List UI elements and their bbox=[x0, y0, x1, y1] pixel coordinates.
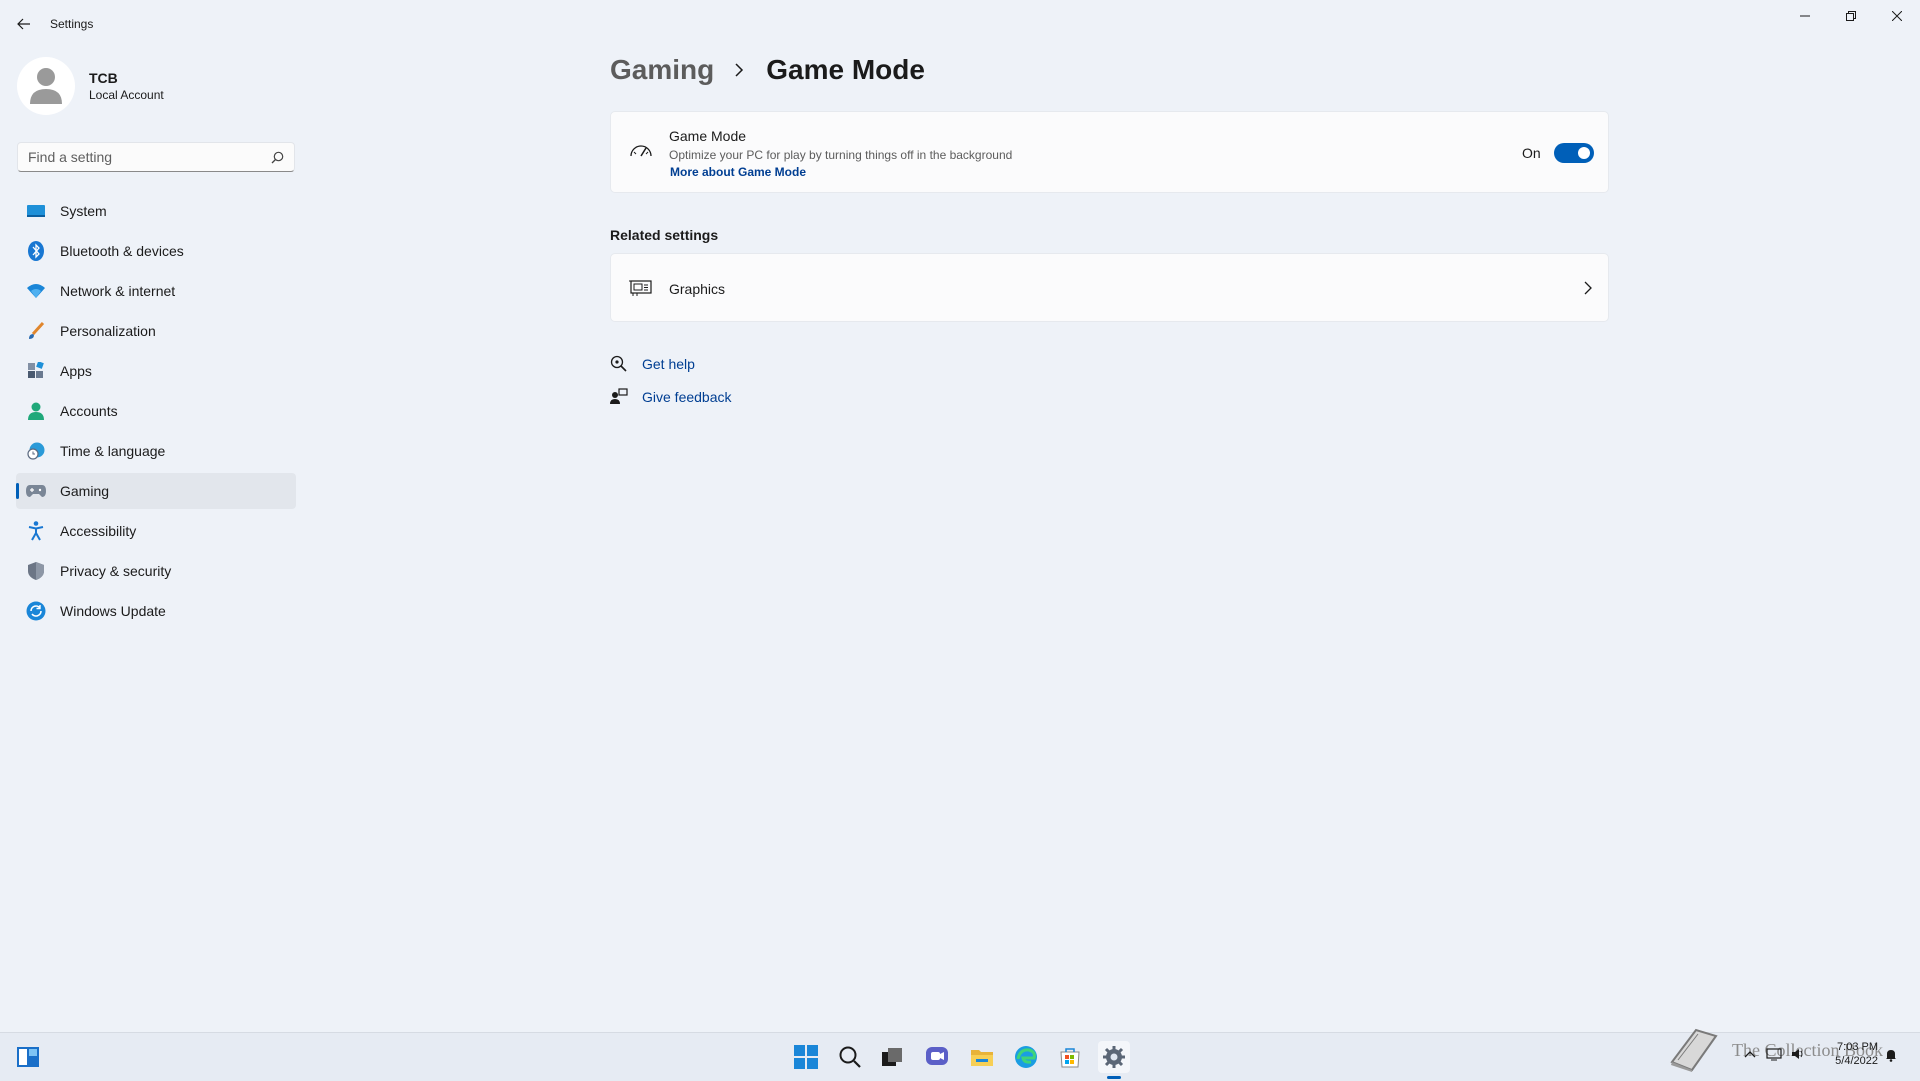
profile-name: TCB bbox=[89, 70, 118, 86]
monitor-icon bbox=[26, 201, 46, 221]
minimize-button[interactable] bbox=[1782, 0, 1828, 32]
get-help-label: Get help bbox=[642, 356, 695, 372]
close-button[interactable] bbox=[1874, 0, 1920, 32]
graphics-settings-item[interactable]: Graphics bbox=[610, 253, 1609, 322]
back-arrow-icon bbox=[17, 18, 30, 30]
feedback-icon bbox=[610, 388, 628, 404]
sidebar-item-label: Accounts bbox=[60, 403, 118, 419]
user-avatar-icon bbox=[30, 68, 62, 104]
sidebar-item-apps[interactable]: Apps bbox=[16, 353, 296, 389]
close-icon bbox=[1892, 11, 1902, 21]
related-settings-heading: Related settings bbox=[610, 227, 719, 243]
clock-time: 7:03 PM bbox=[1837, 1041, 1878, 1053]
search-icon[interactable] bbox=[834, 1041, 866, 1073]
give-feedback-label: Give feedback bbox=[642, 389, 732, 405]
search-box bbox=[17, 142, 295, 172]
volume-icon[interactable] bbox=[1790, 1046, 1806, 1062]
minimize-icon bbox=[1800, 15, 1810, 17]
clock-date: 5/4/2022 bbox=[1835, 1055, 1878, 1067]
widgets-icon[interactable] bbox=[12, 1041, 44, 1073]
sidebar-item-bluetooth[interactable]: Bluetooth & devices bbox=[16, 233, 296, 269]
taskbar bbox=[0, 1032, 1920, 1081]
game-mode-card: Game Mode Optimize your PC for play by t… bbox=[610, 111, 1609, 193]
give-feedback-link[interactable]: Give feedback bbox=[610, 388, 732, 406]
sidebar-nav: System Bluetooth & devices Network & int… bbox=[16, 193, 296, 633]
sidebar-item-accessibility[interactable]: Accessibility bbox=[16, 513, 296, 549]
chat-icon[interactable] bbox=[921, 1041, 953, 1073]
sidebar-item-label: Windows Update bbox=[60, 603, 166, 619]
clock[interactable]: 7:03 PM 5/4/2022 bbox=[1826, 1040, 1878, 1068]
globe-clock-icon bbox=[26, 441, 46, 461]
breadcrumb: Gaming Game Mode bbox=[610, 54, 925, 86]
sidebar-item-label: Gaming bbox=[60, 483, 110, 499]
more-about-game-mode-link[interactable]: More about Game Mode bbox=[670, 165, 806, 179]
game-mode-title: Game Mode bbox=[669, 128, 747, 144]
toggle-knob bbox=[1578, 147, 1590, 159]
sidebar-item-label: Apps bbox=[60, 363, 92, 379]
game-mode-description: Optimize your PC for play by turning thi… bbox=[669, 148, 1013, 162]
get-help-link[interactable]: Get help bbox=[610, 355, 695, 373]
search-icon[interactable] bbox=[271, 151, 284, 164]
sidebar-item-label: Bluetooth & devices bbox=[60, 243, 184, 259]
sidebar-item-label: System bbox=[60, 203, 107, 219]
avatar bbox=[17, 57, 75, 115]
game-mode-toggle[interactable] bbox=[1554, 143, 1594, 163]
sidebar-item-system[interactable]: System bbox=[16, 193, 296, 229]
sidebar-item-time-language[interactable]: Time & language bbox=[16, 433, 296, 469]
apps-icon bbox=[26, 361, 46, 381]
shield-icon bbox=[26, 561, 46, 581]
sidebar-item-gaming[interactable]: Gaming bbox=[16, 473, 296, 509]
chevron-right-icon bbox=[1584, 281, 1592, 295]
breadcrumb-parent[interactable]: Gaming bbox=[610, 54, 714, 86]
sidebar-item-personalization[interactable]: Personalization bbox=[16, 313, 296, 349]
active-app-indicator bbox=[1107, 1076, 1121, 1079]
back-button[interactable] bbox=[10, 10, 38, 38]
update-icon bbox=[26, 601, 46, 621]
chevron-right-icon bbox=[734, 62, 746, 78]
toggle-state-label: On bbox=[1522, 145, 1541, 161]
sidebar-item-windows-update[interactable]: Windows Update bbox=[16, 593, 296, 629]
book-icon bbox=[1670, 1028, 1718, 1072]
bluetooth-icon bbox=[26, 241, 46, 261]
system-tray bbox=[1742, 1046, 1806, 1062]
help-search-icon bbox=[610, 355, 627, 372]
file-explorer-icon[interactable] bbox=[966, 1041, 998, 1073]
sidebar-item-network[interactable]: Network & internet bbox=[16, 273, 296, 309]
sidebar-item-label: Personalization bbox=[60, 323, 156, 339]
edge-icon[interactable] bbox=[1010, 1041, 1042, 1073]
sidebar-item-label: Time & language bbox=[60, 443, 166, 459]
restore-icon bbox=[1846, 11, 1856, 21]
sidebar-item-label: Network & internet bbox=[60, 283, 176, 299]
wifi-icon bbox=[26, 281, 46, 301]
profile-account-type: Local Account bbox=[89, 88, 164, 102]
graphics-label: Graphics bbox=[669, 281, 726, 297]
game-mode-icon bbox=[630, 145, 652, 157]
monitor-icon[interactable] bbox=[1766, 1046, 1782, 1062]
accessibility-icon bbox=[26, 521, 46, 541]
restore-button[interactable] bbox=[1828, 0, 1874, 32]
store-icon[interactable] bbox=[1054, 1041, 1086, 1073]
title-bar: Settings bbox=[0, 0, 1920, 48]
sidebar-item-privacy[interactable]: Privacy & security bbox=[16, 553, 296, 589]
search-input[interactable] bbox=[18, 143, 268, 171]
person-icon bbox=[26, 401, 46, 421]
notification-bell-icon[interactable] bbox=[1884, 1048, 1898, 1062]
sidebar-item-accounts[interactable]: Accounts bbox=[16, 393, 296, 429]
user-profile[interactable]: TCB Local Account bbox=[17, 57, 164, 115]
controller-icon bbox=[26, 481, 46, 501]
settings-icon[interactable] bbox=[1098, 1041, 1130, 1073]
page-title: Game Mode bbox=[766, 54, 925, 85]
brush-icon bbox=[26, 321, 46, 341]
sidebar-item-label: Privacy & security bbox=[60, 563, 172, 579]
task-view-icon[interactable] bbox=[876, 1041, 908, 1073]
sidebar-item-label: Accessibility bbox=[60, 523, 137, 539]
start-icon[interactable] bbox=[790, 1041, 822, 1073]
graphics-card-icon bbox=[629, 280, 652, 296]
chevron-up-icon[interactable] bbox=[1742, 1046, 1758, 1062]
app-title: Settings bbox=[50, 17, 94, 31]
